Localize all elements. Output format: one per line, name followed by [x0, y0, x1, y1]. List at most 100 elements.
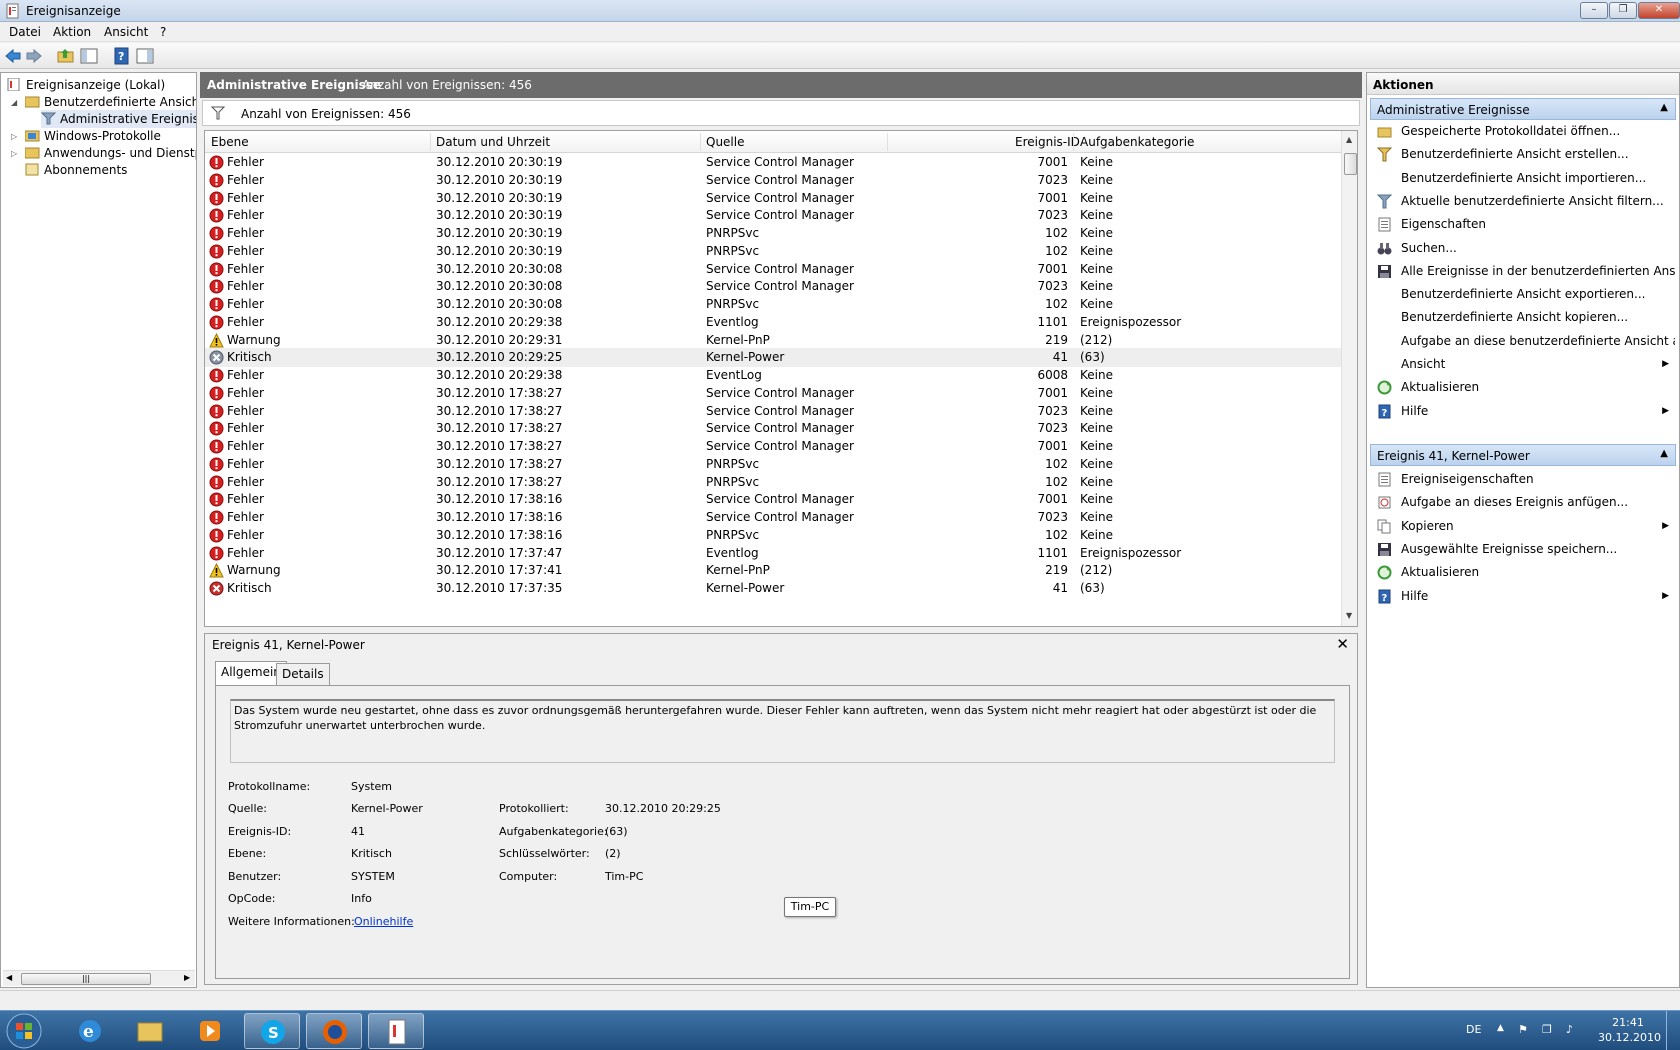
menu-aktion[interactable]: Aktion: [53, 25, 91, 39]
table-row[interactable]: Kritisch 30.12.2010 20:29:25 Kernel-Power 4…: [205, 348, 1341, 368]
table-row[interactable]: Fehler 30.12.2010 20:30:19 Service Control…: [205, 171, 1341, 190]
up-folder-icon[interactable]: [57, 47, 75, 65]
action-center-flag-icon[interactable]: ⚑: [1518, 1023, 1528, 1036]
col-header-source[interactable]: Quelle: [706, 135, 744, 149]
detail-close-icon[interactable]: ✕: [1336, 635, 1349, 653]
maximize-button[interactable]: ❐: [1609, 2, 1637, 19]
action-hilfe[interactable]: ? Hilfe ▶: [1371, 585, 1675, 607]
action-benutzerdefinierte-ansicht-erstellen[interactable]: Benutzerdefinierte Ansicht erstellen...: [1371, 143, 1675, 165]
taskbar-skype[interactable]: S: [244, 1013, 300, 1049]
tray-expand-arrow-icon[interactable]: ▲: [1497, 1023, 1504, 1033]
table-row[interactable]: Fehler 30.12.2010 17:38:27 Service Control…: [205, 419, 1341, 438]
action-suchen[interactable]: Suchen...: [1371, 237, 1675, 259]
table-row[interactable]: Fehler 30.12.2010 20:30:08 Service Control…: [205, 277, 1341, 296]
scroll-thumb[interactable]: [1344, 153, 1357, 175]
action-ausgewählte-ereignisse-speichern[interactable]: Ausgewählte Ereignisse speichern...: [1371, 538, 1675, 560]
table-row[interactable]: Fehler 30.12.2010 20:30:19 PNRPSvc 102 Keine: [205, 224, 1341, 243]
table-row[interactable]: Fehler 30.12.2010 17:38:27 PNRPSvc 102 Keine: [205, 473, 1341, 492]
collapse-chevron-icon[interactable]: ▲: [1660, 102, 1668, 113]
taskbar-media-player[interactable]: [182, 1013, 238, 1049]
scroll-right-arrow-icon[interactable]: ▶: [184, 973, 190, 982]
table-row[interactable]: Fehler 30.12.2010 20:30:19 Service Control…: [205, 206, 1341, 225]
minimize-button[interactable]: –: [1580, 2, 1608, 19]
show-hide-action-pane-icon[interactable]: [136, 47, 154, 65]
table-row[interactable]: Fehler 30.12.2010 17:38:16 Service Control…: [205, 490, 1341, 509]
table-row[interactable]: Fehler 30.12.2010 17:38:27 Service Control…: [205, 402, 1341, 421]
table-row[interactable]: Warnung 30.12.2010 17:37:41 Kernel-PnP 219 (…: [205, 561, 1341, 580]
action-aktualisieren[interactable]: Aktualisieren: [1371, 561, 1675, 583]
action-aktualisieren[interactable]: Aktualisieren: [1371, 376, 1675, 398]
help-toolbar-icon[interactable]: ?: [113, 47, 131, 65]
clock[interactable]: 21:41 30.12.2010: [1598, 1015, 1661, 1045]
menu-datei[interactable]: Datei: [9, 25, 41, 39]
action-gespeicherte-protokolldatei-öffnen[interactable]: Gespeicherte Protokolldatei öffnen...: [1371, 120, 1675, 142]
menu-help[interactable]: ?: [160, 25, 166, 39]
show-hide-tree-icon[interactable]: [80, 47, 98, 65]
forward-arrow-icon[interactable]: [25, 47, 43, 65]
tree-item-app-logs[interactable]: Anwendungs- und Dienstprotokolle: [25, 144, 196, 162]
table-row[interactable]: Fehler 30.12.2010 17:38:27 Service Control…: [205, 437, 1341, 456]
menu-ansicht[interactable]: Ansicht: [104, 25, 148, 39]
scroll-up-arrow-icon[interactable]: ▲: [1346, 135, 1352, 144]
table-row[interactable]: Fehler 30.12.2010 20:30:08 Service Control…: [205, 260, 1341, 279]
action-benutzerdefinierte-ansicht-exportieren[interactable]: Benutzerdefinierte Ansicht exportieren..…: [1371, 283, 1675, 305]
language-indicator[interactable]: DE: [1466, 1023, 1481, 1036]
online-help-link[interactable]: Onlinehilfe: [354, 915, 413, 928]
table-row[interactable]: Fehler 30.12.2010 20:30:19 Service Control…: [205, 189, 1341, 208]
collapsed-arrow-icon[interactable]: ▷: [11, 149, 17, 158]
action-benutzerdefinierte-ansicht-kopieren[interactable]: Benutzerdefinierte Ansicht kopieren...: [1371, 306, 1675, 328]
col-header-datetime[interactable]: Datum und Uhrzeit: [436, 135, 550, 149]
tree-item-admin-events[interactable]: Administrative Ereignisse: [41, 110, 196, 128]
col-header-task-category[interactable]: Aufgabenkategorie: [1080, 135, 1194, 149]
tree-item-custom-views[interactable]: Benutzerdefinierte Ansichten: [25, 93, 196, 111]
taskbar-explorer[interactable]: [122, 1013, 178, 1049]
collapse-chevron-icon[interactable]: ▲: [1660, 448, 1668, 459]
tree-item-windows-logs[interactable]: Windows-Protokolle: [25, 127, 161, 145]
action-ansicht[interactable]: Ansicht ▶: [1371, 353, 1675, 375]
show-desktop-button[interactable]: [1666, 1011, 1680, 1050]
scroll-thumb[interactable]: |||: [21, 973, 151, 985]
tree-item-subscriptions[interactable]: Abonnements: [25, 161, 127, 179]
action-hilfe[interactable]: ? Hilfe ▶: [1371, 400, 1675, 422]
event-description[interactable]: Das System wurde neu gestartet, ohne das…: [230, 699, 1335, 763]
table-row[interactable]: Fehler 30.12.2010 20:30:19 PNRPSvc 102 Keine: [205, 242, 1341, 261]
col-header-event-id[interactable]: Ereignis-ID: [1015, 135, 1080, 149]
col-header-level[interactable]: Ebene: [211, 135, 249, 149]
network-icon[interactable]: ❐: [1542, 1023, 1552, 1036]
table-row[interactable]: Fehler 30.12.2010 17:38:27 PNRPSvc 102 Keine: [205, 455, 1341, 474]
action-kopieren[interactable]: Kopieren ▶: [1371, 515, 1675, 537]
table-row[interactable]: Fehler 30.12.2010 17:37:47 Eventlog 1101 Ere…: [205, 544, 1341, 563]
table-row[interactable]: Fehler 30.12.2010 20:29:38 EventLog 6008 Kei…: [205, 366, 1341, 385]
action-eigenschaften[interactable]: Eigenschaften: [1371, 213, 1675, 235]
table-row[interactable]: Fehler 30.12.2010 17:38:16 PNRPSvc 102 Keine: [205, 526, 1341, 545]
grid-vertical-scrollbar[interactable]: ▲ ▼: [1341, 131, 1357, 626]
tree-horizontal-scrollbar[interactable]: ◀ ||| ▶: [3, 970, 195, 986]
actions-section-admin-events[interactable]: Administrative Ereignisse ▲: [1370, 98, 1676, 120]
volume-icon[interactable]: ♪: [1566, 1023, 1573, 1036]
taskbar-event-viewer[interactable]: [368, 1013, 424, 1049]
taskbar-firefox[interactable]: [306, 1013, 362, 1049]
actions-section-event[interactable]: Ereignis 41, Kernel-Power ▲: [1370, 444, 1676, 466]
back-arrow-icon[interactable]: [4, 47, 22, 65]
table-row[interactable]: Fehler 30.12.2010 20:30:08 PNRPSvc 102 Keine: [205, 295, 1341, 314]
table-row[interactable]: Fehler 30.12.2010 20:30:19 Service Control…: [205, 153, 1341, 172]
table-row[interactable]: Kritisch 30.12.2010 17:37:35 Kernel-Power 4…: [205, 579, 1341, 598]
action-aufgabe-an-diese-benutzerdefinierte-ansicht-a[interactable]: Aufgabe an diese benutzerdefinierte Ansi…: [1371, 330, 1675, 352]
tree-item-root[interactable]: Ereignisanzeige (Lokal): [7, 76, 165, 94]
action-ereigniseigenschaften[interactable]: Ereigniseigenschaften: [1371, 468, 1675, 490]
action-alle-ereignisse-in-der-benutzerdefinierten-ansi[interactable]: Alle Ereignisse in der benutzerdefiniert…: [1371, 260, 1675, 282]
table-row[interactable]: Fehler 30.12.2010 17:38:27 Service Control…: [205, 384, 1341, 403]
table-row[interactable]: Fehler 30.12.2010 17:38:16 Service Control…: [205, 508, 1341, 527]
scroll-down-arrow-icon[interactable]: ▼: [1346, 611, 1352, 620]
start-button-icon[interactable]: [4, 1012, 44, 1050]
table-row[interactable]: Fehler 30.12.2010 20:29:38 Eventlog 1101 Ere…: [205, 313, 1341, 332]
close-button[interactable]: ✕: [1638, 2, 1680, 19]
taskbar-internet-explorer[interactable]: e: [62, 1013, 118, 1049]
action-aktuelle-benutzerdefinierte-ansicht-filtern[interactable]: Aktuelle benutzerdefinierte Ansicht filt…: [1371, 190, 1675, 212]
table-row[interactable]: Warnung 30.12.2010 20:29:31 Kernel-PnP 219 (…: [205, 331, 1341, 350]
expanded-arrow-icon[interactable]: ◢: [11, 98, 17, 107]
scroll-left-arrow-icon[interactable]: ◀: [6, 973, 12, 982]
tab-details[interactable]: Details: [276, 663, 330, 685]
collapsed-arrow-icon[interactable]: ▷: [11, 132, 17, 141]
action-aufgabe-an-dieses-ereignis-anfügen[interactable]: Aufgabe an dieses Ereignis anfügen...: [1371, 491, 1675, 513]
